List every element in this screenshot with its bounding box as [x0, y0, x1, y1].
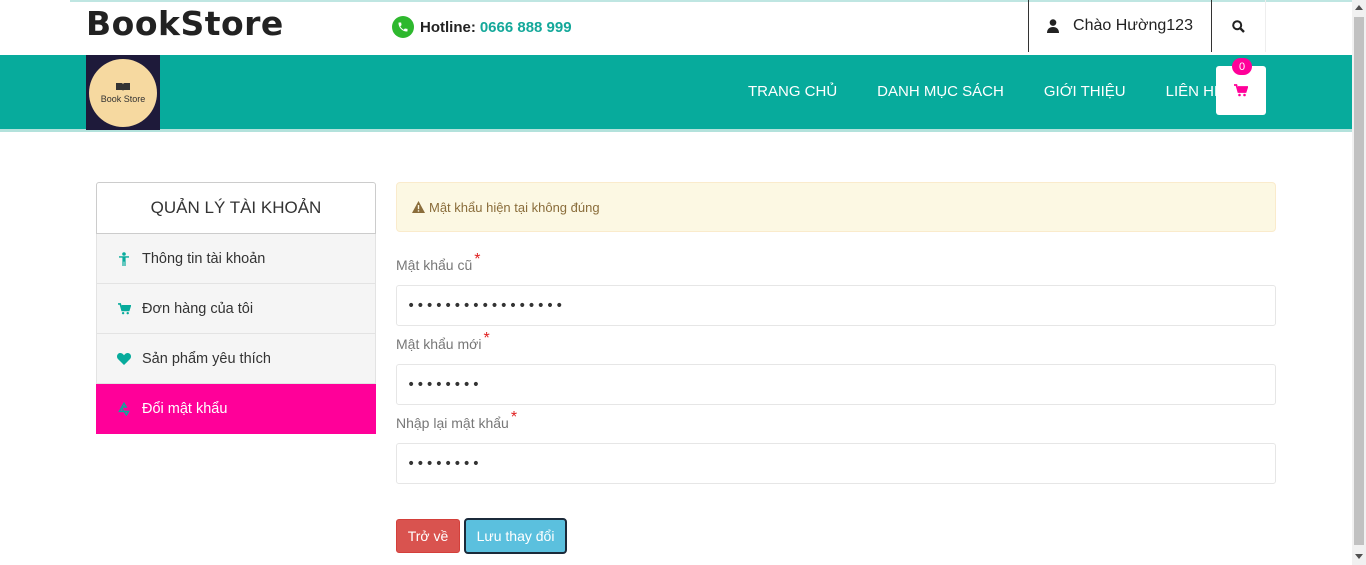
account-menu[interactable]: Chào Hường123: [1028, 0, 1212, 52]
sidebar-item-label: Sản phẩm yêu thích: [142, 350, 271, 367]
warning-icon: [412, 201, 425, 213]
cart-count-badge: 0: [1232, 58, 1252, 75]
heart-icon: [117, 352, 131, 365]
new-password-label-text: Mật khẩu mới: [396, 336, 482, 352]
sidebar-item-label: Đơn hàng của tôi: [142, 300, 254, 317]
back-button[interactable]: Trở về: [396, 519, 460, 553]
old-password-label-text: Mật khẩu cũ: [396, 257, 473, 273]
old-password-label: Mật khẩu cũ *: [396, 251, 481, 275]
required-mark: *: [510, 409, 518, 426]
error-alert: Mật khẩu hiện tại không đúng: [396, 182, 1276, 232]
recycle-icon: [117, 401, 131, 416]
sidebar-item-label: Đổi mật khẩu: [142, 400, 228, 417]
user-icon: [117, 251, 131, 266]
scroll-thumb[interactable]: [1354, 17, 1364, 545]
scroll-up-arrow-icon[interactable]: [1355, 5, 1363, 10]
new-password-input[interactable]: [396, 364, 1276, 405]
store-logo[interactable]: Book Store: [86, 55, 160, 130]
sidebar-item-account-info[interactable]: Thông tin tài khoản: [96, 234, 376, 284]
nav-about[interactable]: GIỚI THIỆU: [1024, 83, 1146, 100]
old-password-input[interactable]: [396, 285, 1276, 326]
confirm-password-label-text: Nhập lại mật khẩu: [396, 415, 509, 431]
sidebar-item-favorites[interactable]: Sản phẩm yêu thích: [96, 334, 376, 384]
user-icon: [1047, 19, 1060, 33]
cart-icon: [117, 302, 131, 315]
sidebar-item-change-password[interactable]: Đổi mật khẩu: [96, 384, 376, 434]
search-button[interactable]: [1212, 0, 1266, 52]
cart-icon: [1234, 84, 1248, 97]
logo-text: Book Store: [100, 93, 146, 104]
cart-button[interactable]: 0: [1216, 58, 1266, 115]
scroll-down-arrow-icon[interactable]: [1355, 554, 1363, 559]
hotline: Hotline: 0666 888 999: [392, 16, 572, 38]
nav-links: TRANG CHỦ DANH MỤC SÁCH GIỚI THIỆU LIÊN …: [728, 55, 1244, 127]
nav-book-categories[interactable]: DANH MỤC SÁCH: [857, 83, 1024, 100]
account-greeting: Chào Hường123: [1073, 17, 1193, 34]
brand-logo-text[interactable]: BookStore: [86, 4, 284, 43]
phone-icon: [392, 16, 414, 38]
alert-message: Mật khẩu hiện tại không đúng: [429, 199, 600, 215]
required-mark: *: [483, 330, 490, 347]
sidebar-title: QUẢN LÝ TÀI KHOẢN: [96, 182, 376, 234]
search-icon: [1232, 19, 1245, 33]
page-scrollbar[interactable]: [1352, 0, 1366, 565]
book-icon: [116, 82, 130, 91]
top-bar: BookStore Hotline: 0666 888 999 Chào Hườ…: [0, 0, 1352, 55]
nav-home[interactable]: TRANG CHỦ: [728, 83, 857, 100]
confirm-password-label: Nhập lại mật khẩu *: [396, 409, 517, 433]
confirm-password-input[interactable]: [396, 443, 1276, 484]
account-sidebar: QUẢN LÝ TÀI KHOẢN Thông tin tài khoản Đơ…: [96, 182, 376, 434]
required-mark: *: [474, 251, 481, 268]
hotline-label: Hotline:: [420, 18, 476, 36]
main-navbar: Book Store TRANG CHỦ DANH MỤC SÁCH GIỚI …: [0, 55, 1352, 132]
sidebar-item-my-orders[interactable]: Đơn hàng của tôi: [96, 284, 376, 334]
logo-badge: Book Store: [89, 58, 157, 127]
new-password-label: Mật khẩu mới *: [396, 330, 490, 354]
save-changes-button[interactable]: Lưu thay đổi: [464, 518, 567, 554]
sidebar-item-label: Thông tin tài khoản: [142, 250, 266, 267]
hotline-number[interactable]: 0666 888 999: [480, 19, 572, 36]
